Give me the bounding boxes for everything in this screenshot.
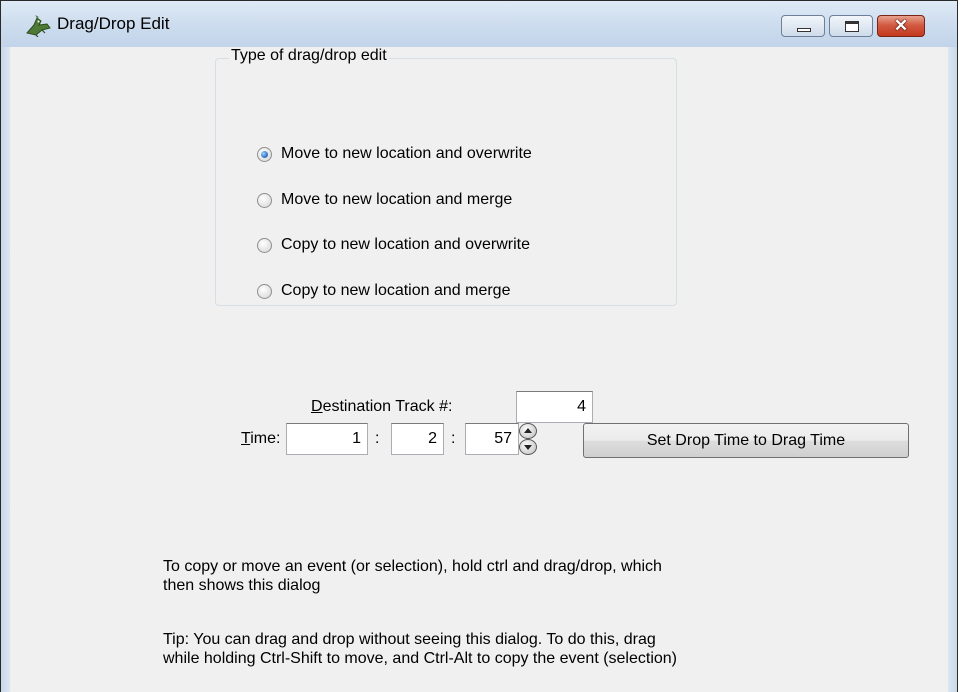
- window-frame-left: [1, 47, 10, 692]
- groupbox-legend: Type of drag/drop edit: [229, 47, 389, 65]
- radio-button-selected[interactable]: [257, 146, 272, 162]
- maximize-icon: [845, 21, 859, 32]
- edit-type-groupbox: [215, 58, 677, 306]
- radio-button[interactable]: [257, 192, 272, 208]
- time-minutes-input[interactable]: 2: [391, 423, 444, 455]
- time-hours-input[interactable]: 1: [286, 423, 368, 455]
- help-line: To copy or move an event (or selection),…: [163, 558, 662, 575]
- minimize-icon: [797, 28, 811, 32]
- title-bar[interactable]: Drag/Drop Edit ✕: [1, 1, 957, 47]
- window-frame-right: [948, 47, 957, 692]
- radio-copy-merge[interactable]: Copy to new location and merge: [257, 282, 510, 300]
- help-line: then shows this dialog: [163, 577, 321, 594]
- radio-label: Move to new location and merge: [281, 191, 513, 208]
- maximize-button[interactable]: [829, 15, 873, 37]
- radio-copy-overwrite[interactable]: Copy to new location and overwrite: [257, 236, 530, 254]
- tip-line: Tip: You can drag and drop without seein…: [163, 631, 656, 648]
- radio-label: Copy to new location and overwrite: [281, 236, 531, 253]
- destination-track-input[interactable]: 4: [516, 391, 593, 423]
- spin-down-icon[interactable]: [519, 439, 537, 455]
- time-ticks-input[interactable]: 57: [465, 423, 519, 455]
- close-icon: ✕: [893, 16, 909, 35]
- alligator-icon: [26, 15, 51, 37]
- radio-move-merge[interactable]: Move to new location and merge: [257, 191, 512, 209]
- radio-label: Move to new location and overwrite: [281, 145, 532, 162]
- destination-track-label: Destination Track #:: [311, 398, 453, 415]
- time-label: Time:: [241, 430, 281, 447]
- set-drop-time-button[interactable]: Set Drop Time to Drag Time: [583, 423, 909, 458]
- spin-up-icon[interactable]: [519, 423, 537, 439]
- time-separator: :: [375, 430, 380, 447]
- radio-label: Copy to new location and merge: [281, 282, 511, 299]
- close-button[interactable]: ✕: [877, 15, 925, 37]
- radio-move-overwrite[interactable]: Move to new location and overwrite: [257, 145, 532, 163]
- window-title: Drag/Drop Edit: [57, 14, 170, 33]
- tip-line: while holding Ctrl-Shift to move, and Ct…: [163, 650, 678, 667]
- help-text: To copy or move an event (or selection),…: [163, 557, 662, 595]
- radio-button[interactable]: [257, 237, 272, 253]
- radio-button[interactable]: [257, 283, 272, 299]
- tip-text: Tip: You can drag and drop without seein…: [163, 630, 677, 668]
- minimize-button[interactable]: [781, 15, 825, 37]
- time-spinner[interactable]: [519, 423, 537, 455]
- time-separator: :: [451, 430, 456, 447]
